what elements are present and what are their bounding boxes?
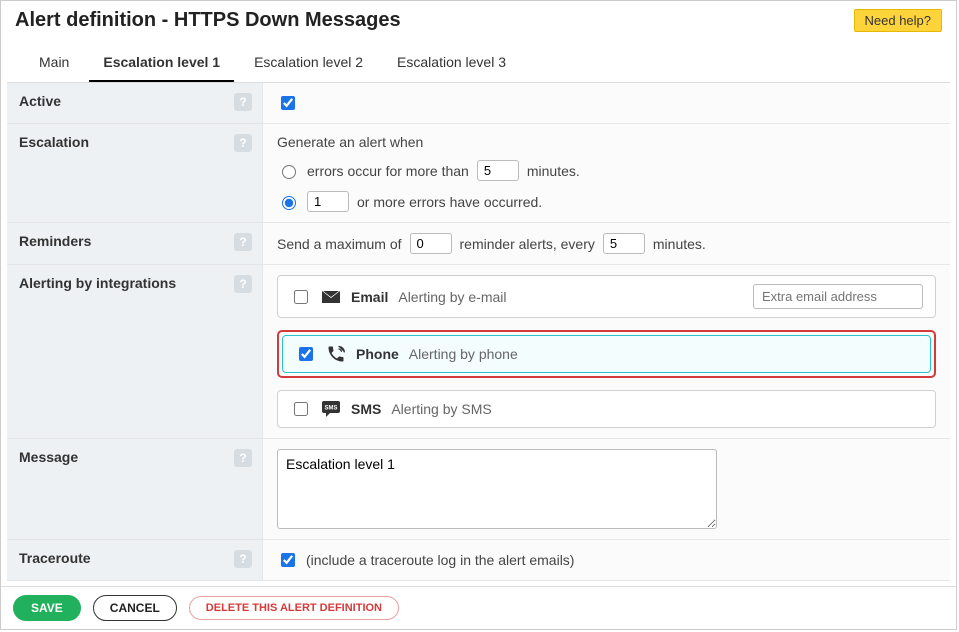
help-icon[interactable]: ? [234,275,252,293]
reminders-b: reminder alerts, every [460,236,595,252]
footer: SAVE CANCEL DELETE THIS ALERT DEFINITION [1,586,956,629]
escalation-radio-duration[interactable] [282,165,296,179]
message-textarea[interactable] [277,449,717,529]
help-icon[interactable]: ? [234,93,252,111]
label-traceroute: Traceroute ? [7,540,263,580]
phone-icon [326,344,346,364]
extra-email-input[interactable] [753,284,923,309]
label-escalation-text: Escalation [19,134,89,150]
help-icon[interactable]: ? [234,233,252,251]
traceroute-checkbox[interactable] [281,553,295,567]
traceroute-text: (include a traceroute log in the alert e… [306,552,574,568]
escalation-opt1-b: minutes. [527,163,580,179]
label-traceroute-text: Traceroute [19,550,91,566]
integration-phone-checkbox[interactable] [299,347,313,361]
tab-escalation-2[interactable]: Escalation level 2 [240,46,377,82]
help-button[interactable]: Need help? [854,9,943,32]
tab-main[interactable]: Main [25,46,83,82]
integration-sms-name: SMS [351,401,381,417]
cancel-button[interactable]: CANCEL [93,595,177,621]
integration-sms-checkbox[interactable] [294,402,308,416]
reminders-interval-input[interactable] [603,233,645,254]
reminders-a: Send a maximum of [277,236,402,252]
label-integrations-text: Alerting by integrations [19,275,176,291]
integration-email[interactable]: Email Alerting by e-mail [277,275,936,318]
label-integrations: Alerting by integrations ? [7,265,263,438]
integration-phone-desc: Alerting by phone [409,346,518,362]
label-message-text: Message [19,449,78,465]
label-escalation: Escalation ? [7,124,263,222]
delete-button[interactable]: DELETE THIS ALERT DEFINITION [189,596,399,620]
escalation-opt1-a: errors occur for more than [307,163,469,179]
page-title: Alert definition - HTTPS Down Messages [15,9,401,32]
escalation-duration-input[interactable] [477,160,519,181]
escalation-count-input[interactable] [307,191,349,212]
escalation-radio-count[interactable] [282,196,296,210]
reminders-c: minutes. [653,236,706,252]
integration-phone[interactable]: Phone Alerting by phone [282,335,931,373]
help-icon[interactable]: ? [234,134,252,152]
label-reminders: Reminders ? [7,223,263,264]
integration-phone-highlight: Phone Alerting by phone [277,330,936,378]
label-reminders-text: Reminders [19,233,91,249]
integration-phone-name: Phone [356,346,399,362]
escalation-opt2-b: or more errors have occurred. [357,194,542,210]
integration-sms[interactable]: SMS SMS Alerting by SMS [277,390,936,428]
email-icon [321,287,341,307]
save-button[interactable]: SAVE [13,595,81,621]
content-scroll[interactable]: Main Escalation level 1 Escalation level… [7,36,950,586]
sms-icon: SMS [321,399,341,419]
help-icon[interactable]: ? [234,449,252,467]
svg-text:SMS: SMS [324,406,337,412]
tab-escalation-1[interactable]: Escalation level 1 [89,46,234,82]
reminders-max-input[interactable] [410,233,452,254]
tab-escalation-3[interactable]: Escalation level 3 [383,46,520,82]
label-active-text: Active [19,93,61,109]
integration-email-desc: Alerting by e-mail [398,289,506,305]
escalation-intro: Generate an alert when [277,134,936,150]
integration-email-checkbox[interactable] [294,290,308,304]
integration-email-name: Email [351,289,388,305]
tabs: Main Escalation level 1 Escalation level… [7,36,950,83]
help-icon[interactable]: ? [234,550,252,568]
label-active: Active ? [7,83,263,123]
integration-sms-desc: Alerting by SMS [391,401,491,417]
label-message: Message ? [7,439,263,539]
active-checkbox[interactable] [281,96,295,110]
